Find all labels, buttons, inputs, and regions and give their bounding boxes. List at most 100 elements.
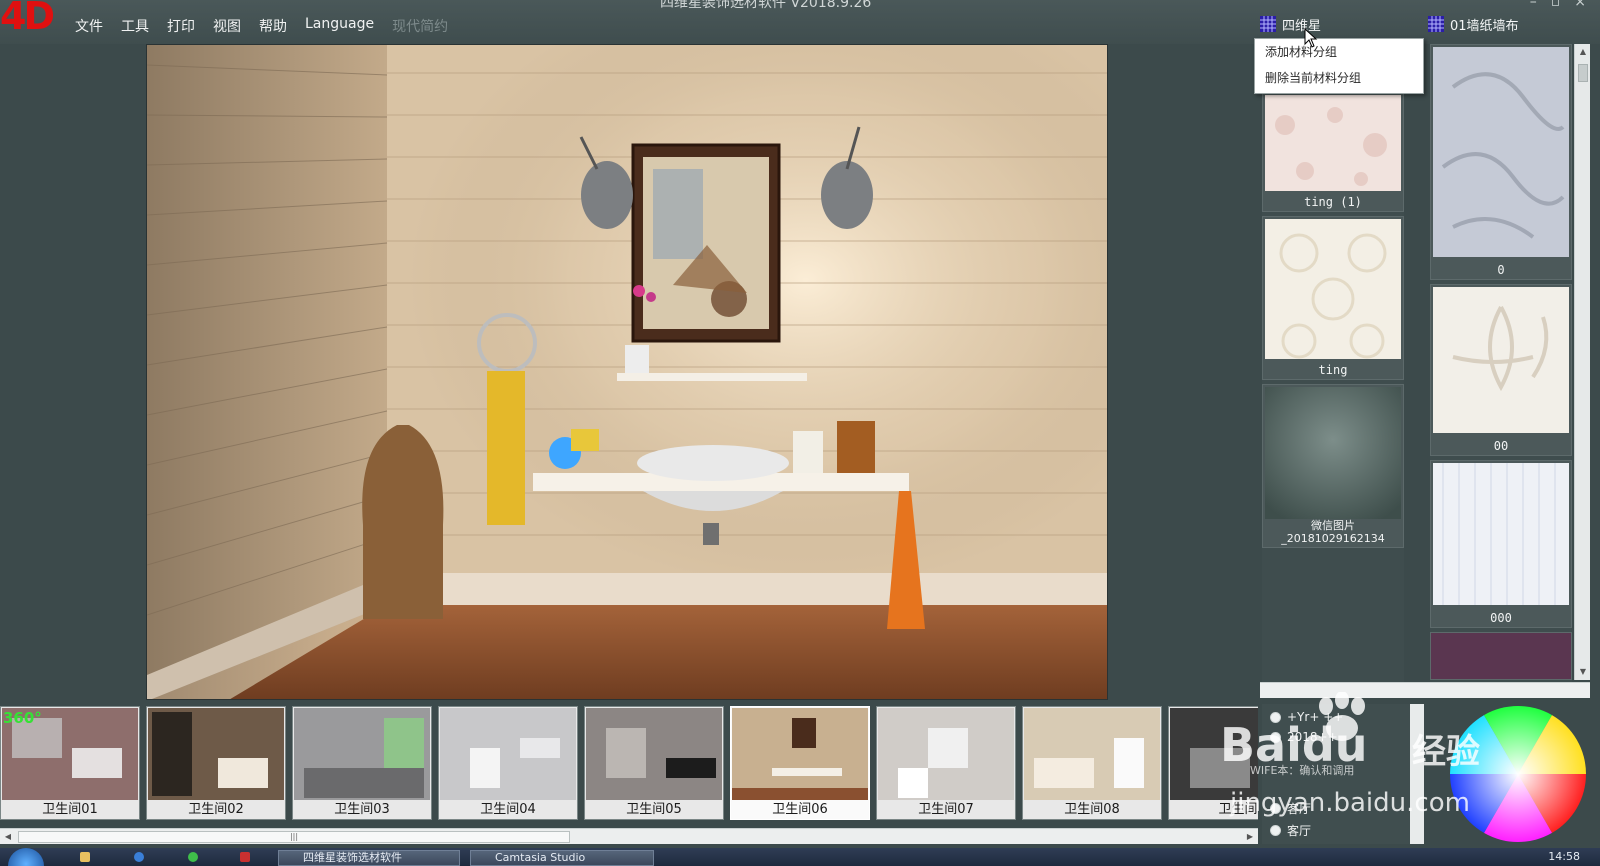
- scene-item[interactable]: 卫生间05: [584, 706, 724, 820]
- scrollbar-thumb[interactable]: [1578, 64, 1588, 82]
- mouse-cursor-icon: [1304, 28, 1318, 48]
- material-list-right: 0 00 000: [1430, 40, 1572, 692]
- swatch-image: [1433, 287, 1569, 433]
- minimize-icon[interactable]: –: [1530, 0, 1537, 10]
- radio-button[interactable]: [1270, 731, 1281, 743]
- swatch-label-line1: 微信图片: [1311, 519, 1355, 532]
- swatch-label: 00: [1493, 439, 1509, 453]
- room-option[interactable]: 客厅: [1270, 800, 1311, 817]
- scene-image: [294, 708, 430, 800]
- maximize-icon[interactable]: ▫: [1551, 0, 1561, 10]
- grid-icon: [1260, 16, 1276, 32]
- close-icon[interactable]: ×: [1574, 0, 1586, 10]
- swatch-label: ting (1): [1304, 195, 1362, 209]
- scene-label: 卫生间: [1218, 802, 1258, 817]
- taskbar-task[interactable]: Camtasia Studio: [470, 850, 654, 866]
- scene-item[interactable]: 卫生间: [1168, 706, 1258, 820]
- scene-item[interactable]: 卫生间08: [1022, 706, 1162, 820]
- scene-item-selected[interactable]: 卫生间06: [730, 706, 870, 820]
- room-option-label: 客厅: [1287, 802, 1312, 816]
- room-option-label: +Yr+ ++: [1287, 710, 1344, 724]
- menu-file[interactable]: 文件: [66, 14, 112, 38]
- swatch-label: 000: [1490, 611, 1512, 625]
- radio-button[interactable]: [1270, 803, 1281, 814]
- window-title: 四维星装饰选材软件 V2018.9.26: [660, 0, 872, 11]
- room-option[interactable]: 2018++: [1270, 730, 1338, 744]
- scene-image: [586, 708, 722, 800]
- scroll-up-icon[interactable]: ▲: [1575, 44, 1591, 60]
- scroll-right-icon[interactable]: ▶: [1242, 829, 1258, 845]
- taskbar-task-active[interactable]: 四维星装饰选材软件: [278, 850, 460, 866]
- material-swatch[interactable]: 00: [1430, 284, 1572, 456]
- material-swatch-partial[interactable]: [1430, 632, 1572, 680]
- scene-image: [1024, 708, 1160, 800]
- scene-scrollbar[interactable]: ◀ ||| ▶: [0, 828, 1258, 844]
- material-swatch[interactable]: 0: [1430, 44, 1572, 280]
- room-option[interactable]: 客厅: [1270, 822, 1311, 839]
- scene-item[interactable]: 卫生间04: [438, 706, 578, 820]
- material-group-selector-right[interactable]: 01墙纸墙布: [1428, 12, 1519, 36]
- room-option-scrollbar[interactable]: [1410, 704, 1424, 844]
- scene-label: 卫生间01: [42, 802, 98, 817]
- scene-image: [878, 708, 1014, 800]
- swatch-label: 0: [1497, 263, 1505, 277]
- scene-label: 卫生间08: [1064, 802, 1120, 817]
- scene-item[interactable]: 卫生间03: [292, 706, 432, 820]
- badge-360: 360°: [3, 709, 42, 727]
- room-option[interactable]: +Yr+ ++: [1270, 710, 1343, 724]
- scene-label: 卫生间06: [772, 802, 828, 817]
- window-controls: – ▫ ×: [1530, 0, 1586, 10]
- material-swatch[interactable]: ting (1): [1262, 92, 1404, 212]
- scene-image: [732, 708, 868, 800]
- scene-label: 卫生间03: [334, 802, 390, 817]
- menu-print[interactable]: 打印: [158, 14, 204, 38]
- material-swatch[interactable]: 微信图片 _20181029162134: [1262, 384, 1404, 548]
- menu-tools[interactable]: 工具: [112, 14, 158, 38]
- taskbar: 四维星装饰选材软件 Camtasia Studio 14:58: [0, 848, 1600, 866]
- scene-label: 卫生间05: [626, 802, 682, 817]
- menu-bar: 文件 工具 打印 视图 帮助 Language 现代简约: [66, 14, 457, 38]
- scene-item[interactable]: 卫生间02: [146, 706, 286, 820]
- radio-button[interactable]: [1270, 825, 1281, 836]
- app-icon[interactable]: [188, 852, 198, 862]
- scroll-left-icon[interactable]: ◀: [0, 829, 16, 845]
- menu-style: 现代简约: [392, 19, 449, 35]
- scene-item[interactable]: 卫生间07: [876, 706, 1016, 820]
- menu-help[interactable]: 帮助: [250, 14, 296, 38]
- room-option-label: 2018++: [1287, 730, 1338, 744]
- scroll-down-icon[interactable]: ▼: [1575, 664, 1591, 680]
- menu-delete-group[interactable]: 删除当前材料分组: [1255, 65, 1423, 91]
- app-logo: 4D: [0, 0, 55, 38]
- material-scrollbar[interactable]: ▲ ▼: [1574, 44, 1590, 680]
- browser-icon[interactable]: [134, 852, 144, 862]
- radio-button[interactable]: [1270, 711, 1281, 723]
- scrollbar-thumb[interactable]: |||: [18, 831, 570, 843]
- scene-image: [1170, 708, 1258, 800]
- swatch-label-line2: _20181029162134: [1281, 532, 1385, 545]
- swatch-image: [1433, 463, 1569, 605]
- scene-strip: 360° 卫生间01 卫生间02 卫生间03 卫生间04 卫生间05 卫生间06…: [0, 704, 1258, 820]
- material-list-left: ting (1) ting 微信图片 _20181029162134: [1262, 40, 1404, 692]
- scene-label: 卫生间04: [480, 802, 536, 817]
- folder-icon[interactable]: [80, 852, 90, 862]
- scene-label: 卫生间02: [188, 802, 244, 817]
- menu-add-group[interactable]: 添加材料分组: [1255, 39, 1423, 65]
- material-swatch[interactable]: ting: [1262, 216, 1404, 380]
- color-wheel[interactable]: [1448, 704, 1588, 844]
- material-group-menu: 添加材料分组 删除当前材料分组: [1254, 38, 1424, 94]
- material-swatch[interactable]: 000: [1430, 460, 1572, 628]
- scene-item[interactable]: 360° 卫生间01: [0, 706, 140, 820]
- menu-language[interactable]: Language: [296, 14, 383, 38]
- start-button-icon[interactable]: [8, 848, 44, 866]
- material-hscrollbar[interactable]: [1260, 682, 1590, 698]
- menu-view[interactable]: 视图: [204, 14, 250, 38]
- render-viewport[interactable]: [146, 44, 1108, 700]
- bathroom-render: [147, 45, 1107, 699]
- scene-image: [148, 708, 284, 800]
- swatch-image: [1265, 387, 1401, 519]
- swatch-image: [1265, 95, 1401, 191]
- scene-label: 卫生间07: [918, 802, 974, 817]
- swatch-label: ting: [1318, 363, 1348, 377]
- app-icon[interactable]: [240, 852, 250, 862]
- taskbar-clock: 14:58: [1548, 850, 1580, 863]
